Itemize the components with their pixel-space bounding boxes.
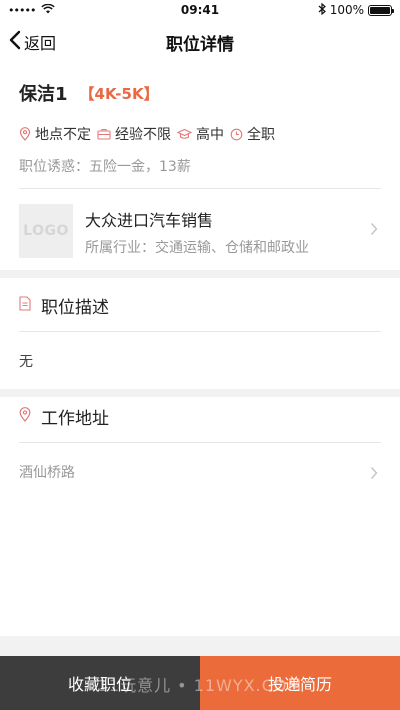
job-title-row: 保洁1 【4K-5K】 [19, 80, 159, 106]
page-title: 职位详情 [166, 34, 234, 55]
tag-location: 地点不定 [19, 124, 91, 144]
chevron-right-icon [370, 465, 378, 484]
address-content: 酒仙桥路 [19, 465, 75, 481]
location-pin-icon [19, 127, 31, 141]
bottom-action-bar: 收藏职位 投递简历 [0, 656, 400, 710]
tag-label: 经验不限 [115, 127, 171, 143]
clock-icon [230, 128, 243, 141]
company-name: 大众进口汽车销售 [85, 211, 214, 230]
nav-bar: 返回 职位详情 [0, 20, 400, 64]
section-gap [0, 636, 400, 656]
status-bar: ••••• 09:41 100% [0, 0, 400, 20]
document-icon [19, 295, 31, 316]
salary-range: 【4K-5K】 [79, 84, 159, 103]
chevron-left-icon [8, 29, 22, 55]
briefcase-icon [97, 128, 111, 140]
back-label: 返回 [24, 34, 57, 53]
job-summary: 保洁1 【4K-5K】 地点不定 经验不限 高中 全职 职位诱惑：五险一金，13… [0, 64, 400, 270]
address-row[interactable]: 酒仙桥路 [0, 443, 400, 503]
battery-fill [370, 6, 390, 14]
section-gap [0, 270, 400, 278]
location-pin-icon [19, 406, 31, 427]
company-card[interactable]: LOGO 大众进口汽车销售 所属行业：交通运输、仓储和邮政业 [0, 188, 400, 270]
job-benefits: 职位诱惑：五险一金，13薪 [19, 159, 191, 175]
bluetooth-icon [318, 2, 326, 18]
description-content: 无 [19, 354, 33, 370]
tag-label: 地点不定 [35, 127, 91, 143]
battery-percent: 100% [329, 3, 364, 17]
address-header: 工作地址 [19, 404, 109, 429]
back-button[interactable]: 返回 [8, 20, 56, 64]
company-industry: 所属行业：交通运输、仓储和邮政业 [85, 240, 309, 256]
section-title: 工作地址 [41, 409, 109, 429]
graduation-cap-icon [177, 128, 192, 140]
tag-label: 全职 [247, 127, 275, 143]
chevron-right-icon [370, 221, 378, 240]
tag-education: 高中 [177, 124, 224, 144]
tag-job-type: 全职 [230, 124, 275, 144]
favorite-job-button[interactable]: 收藏职位 [0, 656, 200, 710]
wifi-icon [41, 3, 56, 17]
apply-resume-button[interactable]: 投递简历 [200, 656, 400, 710]
divider [19, 331, 381, 332]
section-title: 职位描述 [41, 298, 109, 318]
status-left: ••••• [8, 3, 56, 17]
section-gap [0, 389, 400, 397]
battery-icon [368, 4, 394, 16]
tag-experience: 经验不限 [97, 124, 171, 144]
tag-label: 高中 [196, 127, 224, 143]
description-header: 职位描述 [19, 293, 109, 318]
company-logo: LOGO [19, 204, 73, 258]
signal-icon: ••••• [8, 3, 36, 17]
job-detail-screen: ••••• 09:41 100% 返回 职位详情 保洁1 【4K-5K】 地点不… [0, 0, 400, 710]
job-title: 保洁1 [19, 84, 68, 105]
status-right: 100% [318, 2, 394, 18]
job-tags: 地点不定 经验不限 高中 全职 [19, 124, 281, 144]
